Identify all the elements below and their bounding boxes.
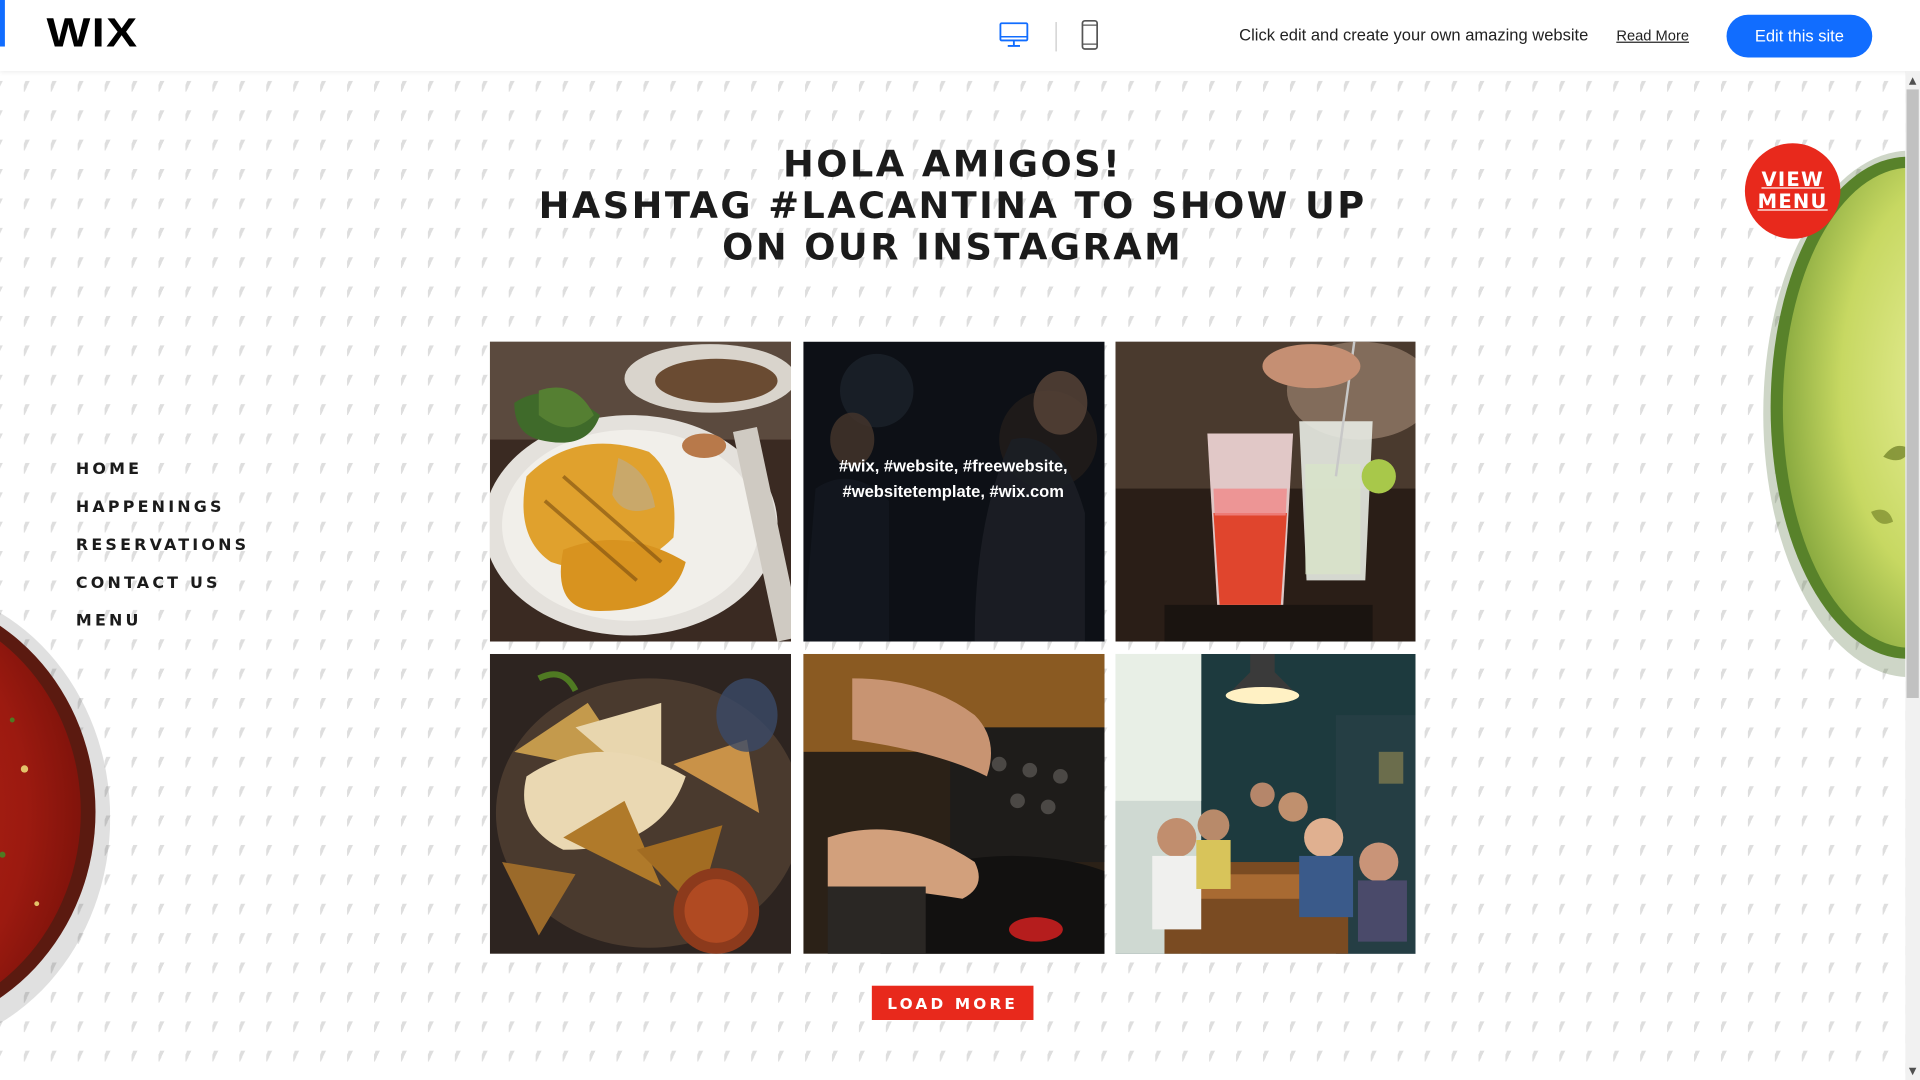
headline-line-2: HASHTAG #LACANTINA TO SHOW UP bbox=[538, 184, 1367, 228]
headline-line-3: ON OUR INSTAGRAM bbox=[722, 226, 1184, 270]
wix-top-bar: WIX Click edit and create your own amazi… bbox=[0, 0, 1920, 72]
hashtag-caption: #wix, #website, #freewebsite, #websitete… bbox=[838, 456, 1068, 501]
nav-item-home[interactable]: HOME bbox=[76, 458, 249, 496]
device-divider bbox=[1055, 22, 1057, 52]
wix-logo[interactable]: WIX bbox=[47, 10, 139, 57]
instagram-gallery: #wix, #website, #freewebsite, #websitete… bbox=[489, 341, 1417, 954]
promo-message: Click edit and create your own amazing w… bbox=[1239, 25, 1589, 45]
desktop-view-button[interactable] bbox=[999, 20, 1029, 54]
nav-item-happenings[interactable]: HAPPENINGS bbox=[76, 496, 249, 534]
gallery-tile-party[interactable]: #wix, #website, #freewebsite, #websitete… bbox=[802, 341, 1104, 642]
view-menu-line-2: MENU bbox=[1757, 189, 1828, 214]
side-navigation: HOME HAPPENINGS RESERVATIONS CONTACT US … bbox=[76, 458, 249, 648]
load-more-button[interactable]: LOAD MORE bbox=[871, 985, 1034, 1020]
view-menu-line-1: VIEW bbox=[1761, 167, 1824, 192]
desktop-icon bbox=[999, 22, 1029, 47]
page-content: HOLA AMIGOS! HASHTAG #LACANTINA TO SHOW … bbox=[0, 71, 1906, 1080]
gallery-tile-nachos[interactable] bbox=[489, 653, 792, 954]
read-more-link[interactable]: Read More bbox=[1616, 27, 1689, 44]
salsa-bowl-image bbox=[0, 612, 111, 1024]
edit-this-site-button[interactable]: Edit this site bbox=[1726, 14, 1873, 58]
scroll-down-arrow[interactable]: ▼ bbox=[1907, 1064, 1919, 1079]
nav-item-contact-us[interactable]: CONTACT US bbox=[76, 572, 249, 610]
mobile-view-button[interactable] bbox=[1080, 19, 1100, 57]
nav-item-reservations[interactable]: RESERVATIONS bbox=[76, 534, 249, 572]
restaurant-diners-photo bbox=[1115, 653, 1416, 954]
gallery-tile-dj[interactable] bbox=[802, 653, 1104, 954]
gallery-tile-restaurant[interactable] bbox=[1115, 653, 1416, 954]
nachos-photo bbox=[489, 653, 792, 954]
accent-strip bbox=[0, 0, 5, 47]
nav-item-menu[interactable]: MENU bbox=[76, 610, 249, 648]
dj-turntable-photo bbox=[802, 653, 1104, 954]
burrito-photo bbox=[489, 341, 792, 642]
drinks-photo bbox=[1115, 341, 1416, 642]
instagram-headline: HOLA AMIGOS! HASHTAG #LACANTINA TO SHOW … bbox=[490, 144, 1416, 269]
headline-line-1: HOLA AMIGOS! bbox=[783, 143, 1123, 187]
scroll-up-arrow[interactable]: ▲ bbox=[1907, 73, 1919, 88]
view-menu-button[interactable]: VIEW MENU bbox=[1744, 143, 1841, 239]
mobile-icon bbox=[1081, 19, 1099, 50]
scrollbar-thumb[interactable] bbox=[1906, 89, 1919, 698]
gallery-tile-drinks[interactable] bbox=[1115, 341, 1416, 642]
gallery-tile-burrito[interactable] bbox=[489, 341, 792, 642]
